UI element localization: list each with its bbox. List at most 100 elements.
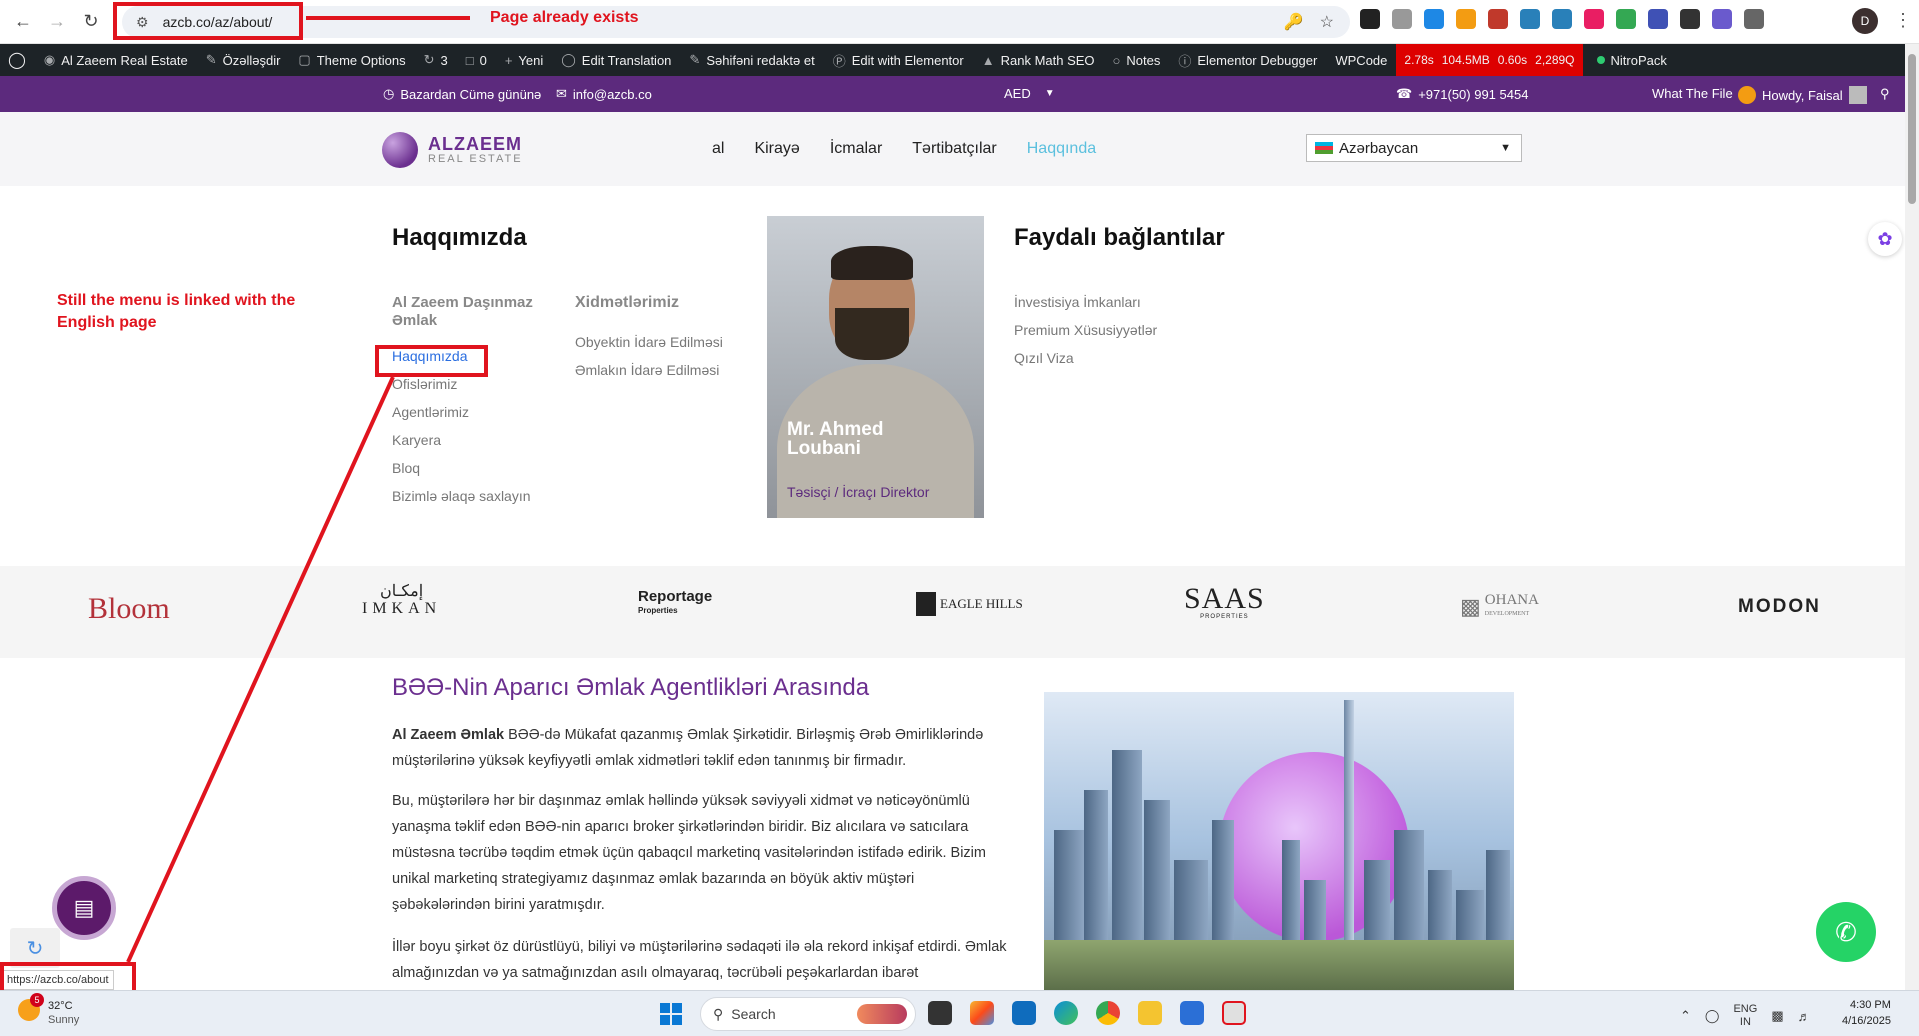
mega-about-heading: Haqqımızda — [392, 224, 527, 251]
address-bar[interactable]: ⚙ azcb.co/az/about/ 🔑 ☆ — [122, 6, 1350, 38]
back-icon[interactable]: ← — [6, 5, 40, 39]
brand-ohana-sub: DEVELOPMENT — [1484, 610, 1530, 617]
ext-fx-icon[interactable] — [1680, 9, 1700, 29]
link-premium[interactable]: Premium Xüsusiyyətlər — [1014, 322, 1157, 338]
ohana-mark-icon: ▩ — [1460, 594, 1481, 619]
chat-icon: ▤ — [73, 895, 95, 920]
email-text[interactable]: info@azcb.co — [573, 87, 652, 102]
ai-assistant-icon[interactable]: ✿ — [1868, 222, 1902, 256]
phone-text[interactable]: +971(50) 991 5454 — [1418, 87, 1528, 102]
link-facility-management[interactable]: Obyektin İdarə Edilməsi — [575, 334, 745, 350]
what-the-file-label: What The File — [1652, 86, 1733, 101]
wp-nitropack[interactable]: NitroPack — [1583, 44, 1676, 76]
wp-logo-icon[interactable]: ◯ — [0, 44, 35, 76]
whatsapp-button[interactable]: ✆ — [1816, 902, 1876, 962]
ext-new-icon[interactable] — [1584, 9, 1604, 29]
chat-widget-button[interactable]: ▤ — [52, 876, 116, 940]
wp-wpcode[interactable]: WPCode — [1326, 44, 1396, 76]
annotation-box-menu-link — [375, 345, 488, 377]
director-card[interactable]: Mr. Ahmed Loubani Təsisçi / İcraçı Direk… — [767, 216, 984, 518]
wp-updates[interactable]: ↻ 3 — [415, 44, 457, 76]
what-the-file[interactable]: What The File — [1652, 86, 1733, 101]
language-select[interactable]: Azərbaycan ▼ — [1306, 134, 1522, 162]
nav-item-about[interactable]: Haqqında — [1027, 140, 1096, 158]
wp-rank-math[interactable]: ▲ Rank Math SEO — [973, 44, 1104, 76]
language-indicator[interactable]: ENG IN — [1733, 1003, 1757, 1029]
volume-icon[interactable]: ♬ — [1798, 1009, 1811, 1024]
taskbar-search[interactable]: ⚲ Search — [700, 997, 916, 1031]
ext-amazon-icon[interactable] — [1456, 9, 1476, 29]
wp-site-name[interactable]: ◉ Al Zaeem Real Estate — [35, 44, 197, 76]
outlook-icon[interactable] — [1012, 1001, 1036, 1025]
link-careers[interactable]: Karyera — [392, 432, 552, 448]
ext-m-icon[interactable] — [1424, 9, 1444, 29]
bookmark-star-icon[interactable]: ☆ — [1320, 12, 1334, 32]
snipping-tool-icon[interactable] — [1222, 1001, 1246, 1025]
browser-menu-icon[interactable]: ⋮ — [1894, 10, 1912, 31]
reload-icon[interactable]: ↻ — [74, 5, 108, 39]
search-icon[interactable]: ⚲ — [1880, 86, 1890, 102]
lang-secondary: IN — [1739, 1016, 1751, 1028]
edge-icon[interactable] — [1054, 1001, 1078, 1025]
wp-elementor[interactable]: Ⓟ Edit with Elementor — [824, 44, 973, 76]
nav-item-developers[interactable]: Tərtibatçılar — [912, 140, 996, 158]
nav-item-communities[interactable]: İcmalar — [830, 140, 882, 158]
page-scrollbar[interactable] — [1905, 44, 1919, 990]
ext-tag2-icon[interactable] — [1552, 9, 1572, 29]
services-subheading: Xidmətlərimiz — [575, 294, 680, 311]
weather-widget[interactable]: 5 32°C Sunny — [18, 993, 79, 1027]
clock-time: 4:30 PM — [1849, 999, 1891, 1011]
wp-elementor-label: Edit with Elementor — [851, 52, 964, 68]
site-logo[interactable]: ALZAEEM REAL ESTATE — [382, 132, 523, 168]
weather-badge: 5 — [30, 993, 44, 1007]
wp-customize[interactable]: ✎ Özəlləşdir — [197, 44, 290, 76]
ext-chrome-icon[interactable] — [1616, 9, 1636, 29]
network-icon[interactable]: ◯ — [1705, 1008, 1720, 1024]
whatsapp-icon: ✆ — [1835, 916, 1857, 947]
profile-avatar[interactable]: D — [1852, 8, 1878, 34]
wp-edit-translation[interactable]: ◯ Edit Translation — [552, 44, 680, 76]
display-icon[interactable]: ▩ — [1771, 1008, 1783, 1024]
ext-link-icon[interactable] — [1392, 9, 1412, 29]
nav-item-rent[interactable]: Kirayə — [754, 140, 799, 158]
wp-edit-page[interactable]: ✎ Səhifəni redaktə et — [680, 44, 823, 76]
forward-icon[interactable]: → — [40, 5, 74, 39]
taskbar-clock[interactable]: 4:30 PM 4/16/2025 — [1842, 997, 1891, 1029]
ext-square-icon[interactable] — [1360, 9, 1380, 29]
currency-select[interactable]: AED ▼ — [1004, 86, 1055, 101]
link-property-management[interactable]: Əmlakın İdarə Edilməsi — [575, 362, 745, 378]
ext-tag-icon[interactable] — [1520, 9, 1540, 29]
wp-user-account[interactable]: Howdy, Faisal — [1738, 86, 1867, 104]
link-investment[interactable]: İnvestisiya İmkanları — [1014, 294, 1157, 310]
nav-item-al[interactable]: al — [712, 140, 724, 158]
annotation-menu-linked: Still the menu is linked with the Englis… — [57, 292, 296, 331]
chevron-up-icon[interactable]: ⌃ — [1680, 1008, 1691, 1024]
scrollbar-thumb[interactable] — [1908, 54, 1916, 204]
chrome-icon[interactable] — [1096, 1001, 1120, 1025]
copilot-icon[interactable] — [970, 1001, 994, 1025]
phone-info[interactable]: ☎ +971(50) 991 5454 — [1396, 86, 1528, 102]
link-contact[interactable]: Bizimlə əlaqə saxlayın — [392, 488, 552, 504]
email-info[interactable]: ✉ info@azcb.co — [556, 86, 652, 102]
wp-theme-options[interactable]: ▢ Theme Options — [289, 44, 414, 76]
ext-sun-icon[interactable] — [1712, 9, 1732, 29]
task-view-icon[interactable] — [928, 1001, 952, 1025]
brand-ohana-text: OHANA — [1484, 591, 1539, 608]
password-key-icon[interactable]: 🔑 — [1284, 12, 1304, 32]
currency-value: AED — [1004, 86, 1031, 101]
ext-doc-icon[interactable] — [1488, 9, 1508, 29]
wp-notes[interactable]: ○ Notes — [1104, 44, 1170, 76]
link-golden-visa[interactable]: Qızıl Viza — [1014, 350, 1157, 366]
wp-comments[interactable]: □ 0 — [457, 44, 496, 76]
notepad-icon[interactable] — [1180, 1001, 1204, 1025]
ext-puzzle-icon[interactable] — [1744, 9, 1764, 29]
windows-start-icon[interactable] — [660, 1003, 682, 1025]
link-offices[interactable]: Ofislərimiz — [392, 376, 552, 392]
ext-a-icon[interactable] — [1648, 9, 1668, 29]
file-explorer-icon[interactable] — [1138, 1001, 1162, 1025]
wp-new[interactable]: + Yeni — [496, 44, 552, 76]
wp-debugger[interactable]: ⓘ Elementor Debugger — [1169, 44, 1326, 76]
link-agents[interactable]: Agentlərimiz — [392, 404, 552, 420]
query-monitor-stats[interactable]: 2.78s 104.5MB 0.60s 2,289Q — [1396, 44, 1583, 76]
link-blog[interactable]: Bloq — [392, 460, 552, 476]
